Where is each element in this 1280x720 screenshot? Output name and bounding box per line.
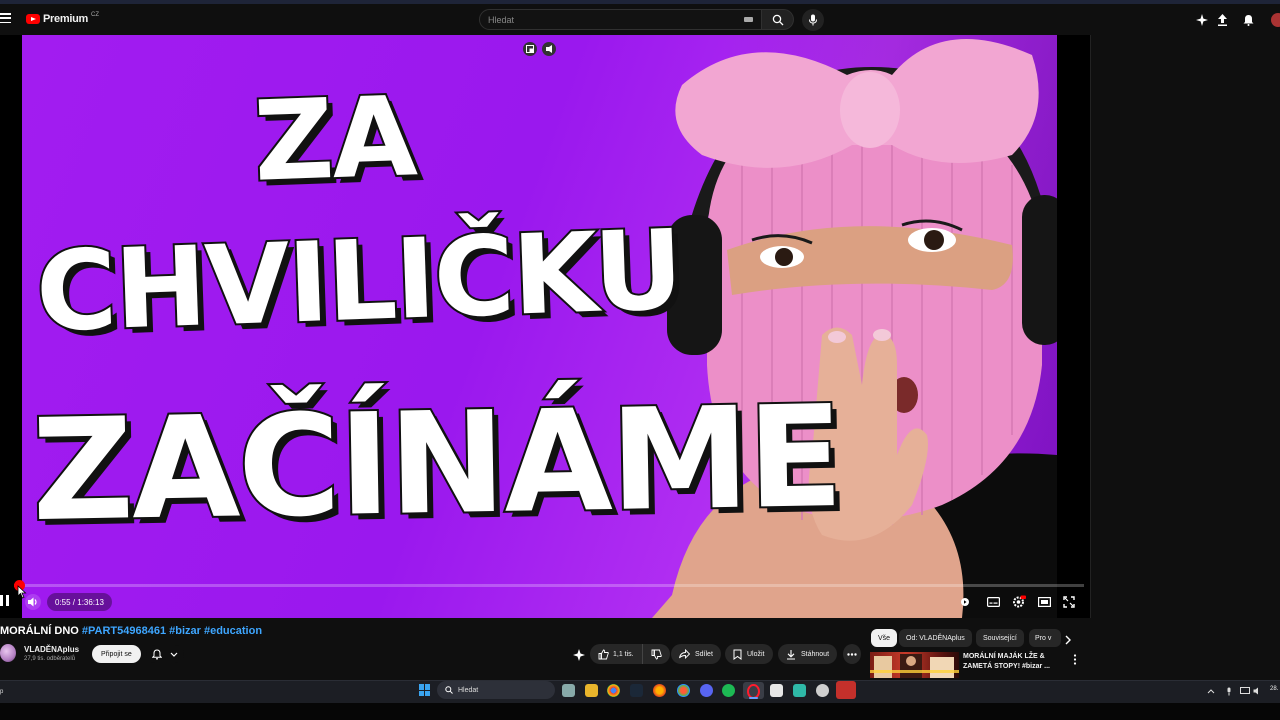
taskbar-clock[interactable]: 28. <box>1270 686 1278 692</box>
voice-search-button[interactable] <box>802 9 824 31</box>
chrome-icon[interactable] <box>607 684 620 697</box>
firefox-icon[interactable] <box>653 684 666 697</box>
upload-icon[interactable] <box>1215 13 1229 27</box>
channel-name[interactable]: VLADĚNAplus <box>24 645 79 654</box>
mic-icon[interactable] <box>1224 686 1234 696</box>
search-button[interactable] <box>762 9 794 30</box>
bookmark-icon <box>733 649 742 660</box>
app-icon-teal[interactable] <box>793 684 806 697</box>
search-icon <box>445 686 453 694</box>
video-title-text: MORÁLNÍ DNO <box>0 625 82 637</box>
brand-label: Premium <box>43 13 88 25</box>
autoplay-toggle[interactable] <box>958 595 972 609</box>
task-view-icon[interactable] <box>562 684 575 697</box>
miniplayer-icon[interactable] <box>523 42 537 56</box>
progress-bar[interactable] <box>14 584 1084 587</box>
channel-avatar[interactable] <box>0 644 16 662</box>
avatar[interactable] <box>1271 13 1280 27</box>
secondary-column <box>1090 35 1280 618</box>
app-icon-red[interactable] <box>836 681 856 699</box>
subtitles-icon[interactable] <box>986 595 1000 609</box>
chevron-up-icon[interactable] <box>1206 686 1216 696</box>
time-display: 0:55 / 1:36:13 <box>47 593 112 611</box>
more-vertical-icon[interactable] <box>1073 654 1077 665</box>
notes-app-icon[interactable] <box>770 684 783 697</box>
chip-related[interactable]: Související <box>976 629 1024 647</box>
youtube-logo-icon <box>26 14 40 24</box>
join-button[interactable]: Připojit se <box>92 645 141 663</box>
speaker-icon[interactable] <box>1252 686 1262 696</box>
video-hashtags[interactable]: #PART54968461 #bizar #education <box>82 625 262 637</box>
volume-icon[interactable] <box>25 594 41 610</box>
menu-icon[interactable] <box>0 11 14 25</box>
thumbs-up-icon <box>598 649 609 659</box>
download-button[interactable]: Stáhnout <box>778 644 838 664</box>
thumbnail-text-line-1: ZA <box>250 70 419 208</box>
chip-for-you[interactable]: Pro v <box>1029 629 1061 647</box>
thumbnail-text-line-3: ZAČÍNÁME <box>29 374 845 555</box>
share-label: Sdílet <box>695 650 713 658</box>
youtube-logo[interactable]: Premium CZ <box>26 12 99 25</box>
bell-icon <box>152 648 162 660</box>
save-button[interactable]: Uložit <box>725 644 773 664</box>
brand-region: CZ <box>90 12 99 18</box>
screen-bottom-strip <box>0 703 1280 720</box>
search-input[interactable] <box>480 10 728 30</box>
cast-icon[interactable] <box>542 42 556 56</box>
create-icon[interactable] <box>1195 13 1209 27</box>
subscriber-count: 27,9 tis. odběratelů <box>24 656 76 662</box>
taskbar-edge-text: p <box>0 689 4 695</box>
discord-icon[interactable] <box>700 684 713 697</box>
pause-icon[interactable] <box>0 595 12 609</box>
network-icon[interactable] <box>1240 686 1250 696</box>
more-horizontal-icon <box>847 652 857 656</box>
video-thumbnail[interactable]: ZA CHVILIČKU ZAČÍNÁME <box>22 35 1057 618</box>
like-button[interactable]: 1,1 tis. <box>590 644 642 664</box>
mic-icon <box>809 14 817 26</box>
file-explorer-icon[interactable] <box>585 684 598 697</box>
recommendation-thumbnail-art <box>870 654 959 678</box>
like-dislike-group: 1,1 tis. <box>590 644 670 664</box>
share-button[interactable]: Sdílet <box>671 644 721 664</box>
chevron-down-icon <box>170 652 178 657</box>
subscription-bell-button[interactable] <box>146 645 184 663</box>
fullscreen-icon[interactable] <box>1062 595 1076 609</box>
ask-ai-icon[interactable] <box>572 648 586 662</box>
taskbar-search-label: Hledat <box>458 686 479 694</box>
dislike-button[interactable] <box>641 644 670 664</box>
spotify-icon[interactable] <box>722 684 735 697</box>
recommendation-title[interactable]: MORÁLNÍ MAJÁK LŽE & ZAMETÁ STOPY! #bizar… <box>963 652 1063 672</box>
search-box <box>479 9 762 30</box>
download-icon <box>787 649 795 660</box>
thumbnail-text-line-2: CHVILIČKU <box>32 204 685 358</box>
settings-icon[interactable] <box>1012 595 1026 609</box>
chip-all[interactable]: Vše <box>871 629 898 647</box>
steam-icon[interactable] <box>630 684 643 697</box>
save-label: Uložit <box>747 650 765 658</box>
like-count: 1,1 tis. <box>613 650 634 658</box>
chevron-right-icon[interactable] <box>1062 634 1074 646</box>
browser-icon[interactable] <box>677 684 690 697</box>
active-indicator <box>749 697 758 699</box>
chip-from-channel[interactable]: Od: VLADĚNAplus <box>899 629 972 647</box>
more-actions-button[interactable] <box>843 644 861 664</box>
thumbs-down-icon <box>651 649 662 659</box>
keyboard-icon[interactable] <box>744 17 753 22</box>
app-icon-gray[interactable] <box>816 684 829 697</box>
theater-mode-icon[interactable] <box>1037 595 1051 609</box>
taskbar-search[interactable]: Hledat <box>437 681 555 699</box>
search-icon <box>772 14 783 25</box>
share-icon <box>679 649 690 659</box>
recommendation-thumbnail[interactable] <box>870 652 959 678</box>
windows-start-icon[interactable] <box>419 684 431 696</box>
download-label: Stáhnout <box>801 650 830 658</box>
bell-icon[interactable] <box>1241 13 1255 27</box>
video-title: MORÁLNÍ DNO #PART54968461 #bizar #educat… <box>0 625 262 637</box>
